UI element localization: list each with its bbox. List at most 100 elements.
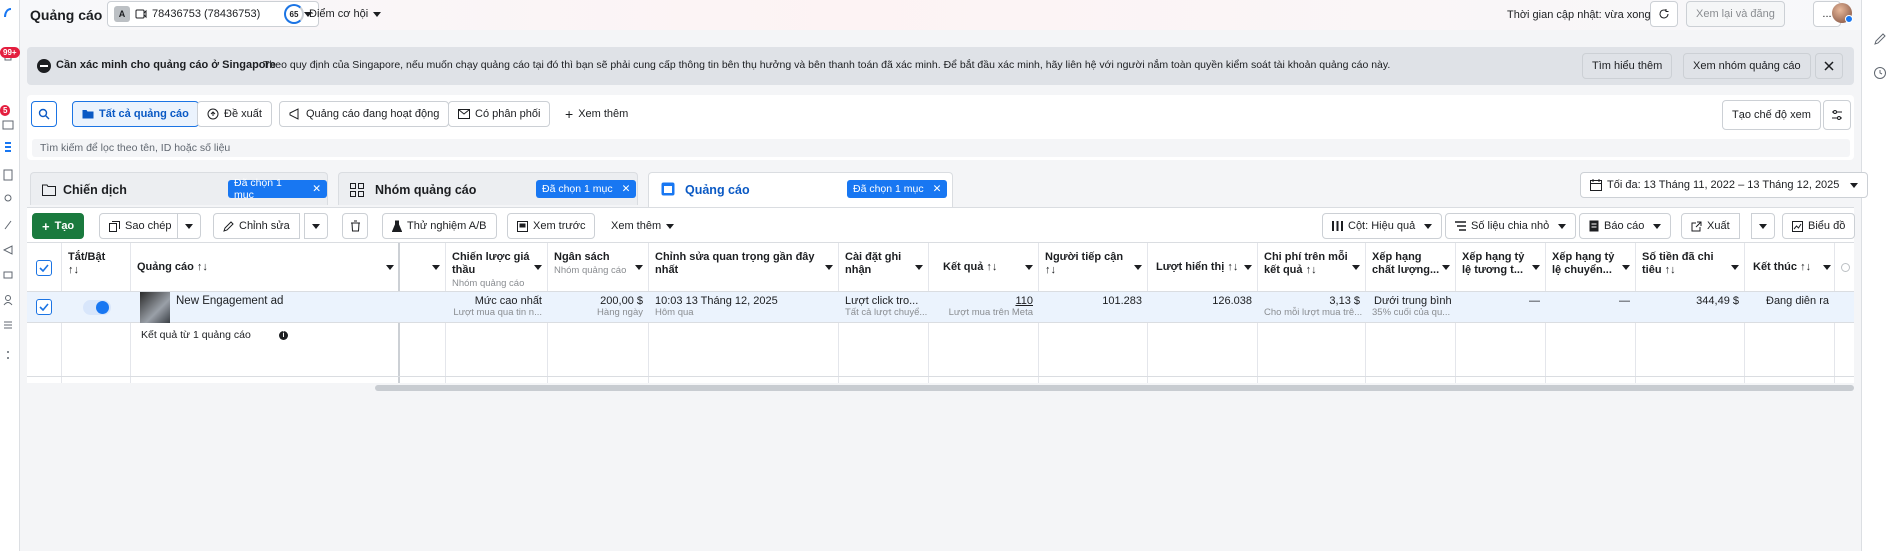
close-icon[interactable]: ✕ (622, 183, 631, 195)
selected-chip-ad-sets[interactable]: Đã chọn 1 mục ✕ (536, 180, 637, 198)
close-icon[interactable]: ✕ (312, 183, 321, 195)
duplicate-button[interactable]: Sao chép (99, 213, 182, 239)
ab-test-label: Thử nghiệm A/B (407, 220, 487, 232)
header-ends[interactable]: Kết thúc ↑↓ (1745, 243, 1835, 292)
chevron-down-icon[interactable] (1442, 265, 1450, 270)
chevron-down-icon[interactable] (1823, 265, 1831, 270)
export-dropdown[interactable] (1751, 213, 1775, 239)
edit-button[interactable]: Chỉnh sửa (213, 213, 300, 239)
chevron-down-icon[interactable] (1134, 265, 1142, 270)
megaphone-icon (289, 108, 301, 120)
duplicate-dropdown[interactable] (177, 213, 201, 239)
tab-campaigns[interactable]: Chiến dịch Đã chọn 1 mục ✕ (30, 172, 328, 205)
chevron-down-icon[interactable] (1532, 265, 1540, 270)
more-actions-button[interactable]: Xem thêm (602, 213, 683, 239)
row-checkbox[interactable] (36, 299, 52, 315)
header-bid-strategy[interactable]: Chiến lược giá thầu Nhóm quảng cáo (446, 243, 548, 292)
info-icon[interactable]: i (279, 331, 288, 340)
header-last-edit[interactable]: Chỉnh sửa quan trọng gần đây nhất (649, 243, 839, 292)
charts-button[interactable]: Biểu đồ (1782, 213, 1856, 239)
reports-button[interactable]: Báo cáo (1579, 213, 1672, 239)
chevron-down-icon[interactable] (534, 265, 542, 270)
header-results[interactable]: Kết quả ↑↓ (929, 243, 1039, 292)
alert-icon (37, 59, 51, 73)
refresh-icon (1658, 8, 1670, 20)
header-conversion-ranking[interactable]: Xếp hạng tỷ lệ chuyển... (1546, 243, 1636, 292)
chevron-down-icon[interactable] (915, 265, 923, 270)
tools-icon[interactable] (0, 218, 16, 232)
chevron-down-icon[interactable] (1352, 265, 1360, 270)
create-view-button[interactable]: Tạo chế độ xem (1722, 100, 1821, 130)
meta-logo-icon[interactable] (0, 6, 16, 20)
campaign-icon[interactable] (0, 243, 16, 257)
audience-icon[interactable] (0, 193, 16, 207)
view-ad-sets-button[interactable]: Xem nhóm quảng cáo (1683, 53, 1811, 79)
header-ad[interactable]: Quảng cáo ↑↓ (131, 243, 400, 292)
chevron-down-icon[interactable] (1731, 265, 1739, 270)
header-engagement-ranking[interactable]: Xếp hạng tỷ lệ tương t... (1456, 243, 1546, 292)
active-ads-filter[interactable]: Quảng cáo đang hoạt động (279, 101, 450, 127)
suggested-filter[interactable]: Đề xuất (197, 101, 272, 127)
delivery-filter[interactable]: Có phân phối (448, 101, 551, 127)
chevron-down-icon[interactable] (635, 265, 643, 270)
chevron-down-icon[interactable] (1025, 265, 1033, 270)
header-budget[interactable]: Ngân sách Nhóm quảng cáo (548, 243, 649, 292)
delete-button[interactable] (342, 213, 368, 239)
select-all-checkbox[interactable] (36, 260, 52, 276)
edit-icon[interactable] (1873, 32, 1887, 46)
review-publish-button[interactable]: Xem lại và đăng (1686, 1, 1785, 27)
table-row[interactable]: New Engagement ad Mức cao nhất Lượt mua q… (27, 292, 1854, 323)
header-toggle[interactable]: Tắt/Bật ↑↓ (62, 243, 131, 292)
search-input[interactable]: Tìm kiếm để lọc theo tên, ID hoặc số liệ… (32, 139, 1850, 157)
date-range-picker[interactable]: Tối đa: 13 Tháng 11, 2022 – 13 Tháng 12,… (1580, 172, 1869, 198)
horizontal-scrollbar[interactable] (375, 385, 1854, 391)
preview-button[interactable]: Xem trước (507, 213, 596, 239)
header-budget-label: Ngân sách (554, 251, 610, 263)
account-type-icon (135, 9, 147, 19)
header-quality-ranking[interactable]: Xếp hạng chất lượng... (1366, 243, 1456, 292)
user-avatar[interactable] (1832, 3, 1853, 23)
header-amount-spent[interactable]: Số tiền đã chi tiêu ↑↓ (1636, 243, 1745, 292)
pages-icon[interactable] (0, 168, 16, 182)
learn-more-button[interactable]: Tìm hiểu thêm (1582, 53, 1673, 79)
refresh-button[interactable] (1650, 1, 1678, 27)
tab-ad-sets[interactable]: Nhóm quảng cáo Đã chọn 1 mục ✕ (338, 172, 638, 205)
chevron-down-icon[interactable] (825, 265, 833, 270)
inbox-icon[interactable] (0, 118, 16, 132)
columns-button[interactable]: Cột: Hiệu quả (1322, 213, 1443, 239)
breakdown-button[interactable]: Số liệu chia nhỏ (1445, 213, 1577, 239)
all-ads-filter[interactable]: Tất cả quảng cáo (72, 101, 199, 127)
history-icon[interactable] (1873, 66, 1887, 80)
chevron-down-icon[interactable] (1244, 265, 1252, 270)
close-icon[interactable]: ✕ (933, 183, 942, 195)
search-button[interactable] (31, 101, 57, 127)
ad-name[interactable]: New Engagement ad (170, 295, 289, 307)
chevron-down-icon[interactable] (432, 265, 440, 270)
billing-icon[interactable] (0, 268, 16, 282)
tab-ads[interactable]: Quảng cáo Đã chọn 1 mục ✕ (648, 172, 953, 207)
chevron-down-icon[interactable] (1622, 265, 1630, 270)
header-cost-per-result[interactable]: Chi phí trên mỗi kết quả ↑↓ (1258, 243, 1366, 292)
see-more-filters[interactable]: + Xem thêm (556, 101, 637, 127)
ab-test-button[interactable]: Thử nghiệm A/B (382, 213, 497, 239)
results-value[interactable]: 110 (935, 295, 1033, 307)
ad-toggle[interactable] (83, 300, 111, 315)
selected-chip-campaigns[interactable]: Đã chọn 1 mục ✕ (228, 177, 327, 201)
more-icon[interactable] (0, 348, 16, 362)
header-blank[interactable] (400, 243, 446, 292)
opportunity-score-button[interactable]: 65 Điểm cơ hội (284, 1, 382, 27)
menu-icon[interactable] (0, 318, 16, 332)
customize-button[interactable] (1823, 100, 1851, 130)
export-button[interactable]: Xuất (1681, 213, 1740, 239)
people-icon[interactable] (0, 293, 16, 307)
add-column-icon[interactable] (1841, 263, 1850, 272)
chevron-down-icon[interactable] (386, 265, 394, 270)
create-button[interactable]: + Tạo (32, 213, 85, 239)
header-reach[interactable]: Người tiếp cận ↑↓ (1039, 243, 1148, 292)
header-attribution[interactable]: Cài đặt ghi nhận (839, 243, 929, 292)
close-banner-button[interactable] (1815, 53, 1843, 79)
header-impressions[interactable]: Lượt hiển thị ↑↓ (1148, 243, 1258, 292)
edit-dropdown[interactable] (304, 213, 328, 239)
selected-chip-ads[interactable]: Đã chọn 1 mục ✕ (847, 180, 948, 198)
ads-manager-icon[interactable] (0, 140, 16, 154)
